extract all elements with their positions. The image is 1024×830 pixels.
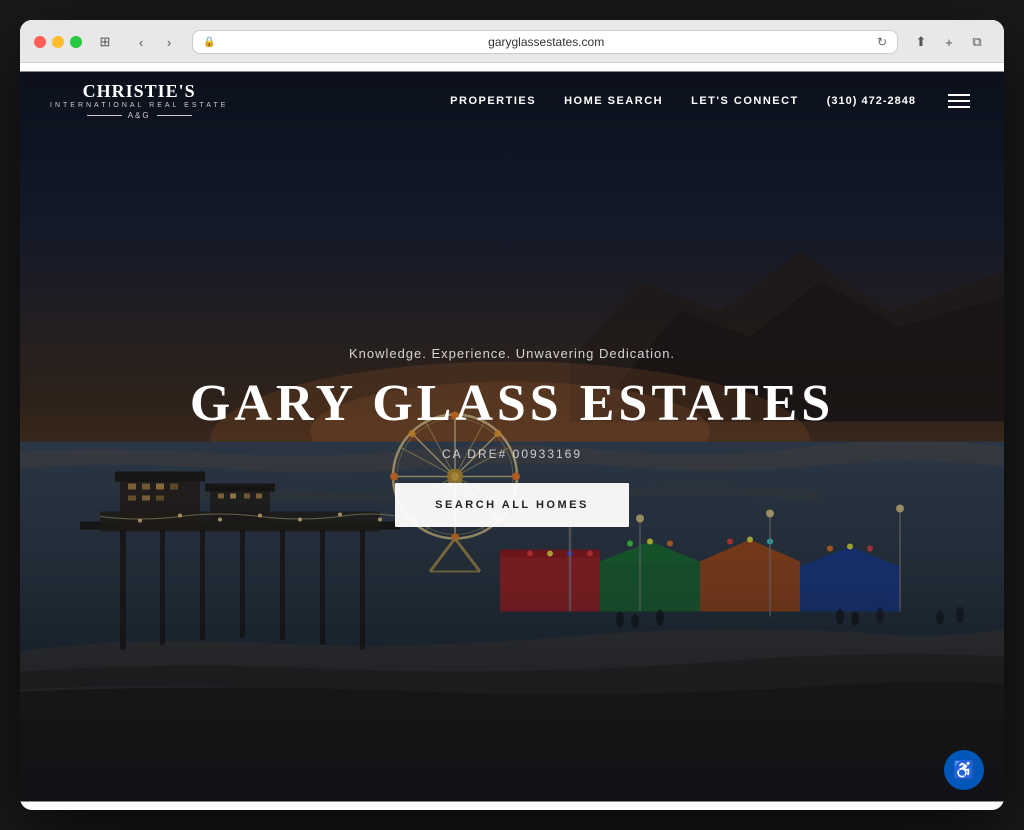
- browser-actions: ⬆ + ⧉: [908, 31, 990, 53]
- reload-icon: ↻: [877, 35, 887, 49]
- hamburger-menu[interactable]: [944, 90, 974, 112]
- back-button[interactable]: ‹: [128, 31, 154, 53]
- nav-link-properties[interactable]: PROPERTIES: [450, 95, 536, 107]
- hamburger-line-3: [948, 106, 970, 108]
- address-bar[interactable]: 🔒 garyglassestates.com ↻: [192, 30, 898, 54]
- hamburger-line-2: [948, 100, 970, 102]
- hero-title: GARY GLASS ESTATES: [190, 375, 834, 432]
- hero-section: CHRISTIE'S INTERNATIONAL REAL ESTATE A&G…: [20, 63, 1004, 810]
- sidebar-toggle-button[interactable]: ⊞: [92, 31, 118, 53]
- nav-link-home-search[interactable]: HOME SEARCH: [564, 95, 663, 107]
- nav-link-lets-connect[interactable]: LET'S CONNECT: [691, 95, 799, 107]
- maximize-button[interactable]: [70, 36, 82, 48]
- hero-license: CA DRE# 00933169: [442, 447, 582, 461]
- logo-line-right: [157, 115, 192, 116]
- forward-button[interactable]: ›: [156, 31, 182, 53]
- logo-subtitle: INTERNATIONAL REAL ESTATE: [50, 102, 228, 109]
- navigation-bar: CHRISTIE'S INTERNATIONAL REAL ESTATE A&G…: [20, 63, 1004, 138]
- close-button[interactable]: [34, 36, 46, 48]
- traffic-lights: [34, 36, 82, 48]
- browser-window: ⊞ ‹ › 🔒 garyglassestates.com ↻ ⬆ + ⧉: [20, 20, 1004, 810]
- logo-divider: A&G: [87, 111, 192, 120]
- browser-nav-buttons: ‹ ›: [128, 31, 182, 53]
- new-tab-button[interactable]: +: [936, 31, 962, 53]
- search-all-homes-button[interactable]: SEARCH ALL HOMES: [395, 483, 629, 527]
- logo-brand-name: CHRISTIE'S: [83, 81, 196, 102]
- minimize-button[interactable]: [52, 36, 64, 48]
- url-text: garyglassestates.com: [221, 35, 870, 49]
- website-content: CHRISTIE'S INTERNATIONAL REAL ESTATE A&G…: [20, 63, 1004, 810]
- nav-phone: (310) 472-2848: [827, 95, 916, 107]
- hero-tagline: Knowledge. Experience. Unwavering Dedica…: [349, 346, 675, 361]
- lock-icon: 🔒: [203, 37, 215, 48]
- browser-chrome: ⊞ ‹ › 🔒 garyglassestates.com ↻ ⬆ + ⧉: [20, 20, 1004, 63]
- hero-content: Knowledge. Experience. Unwavering Dedica…: [190, 346, 834, 526]
- nav-links: PROPERTIES HOME SEARCH LET'S CONNECT (31…: [450, 90, 974, 112]
- accessibility-icon: ♿: [953, 760, 975, 781]
- logo-akg: A&G: [128, 111, 151, 120]
- logo-area: CHRISTIE'S INTERNATIONAL REAL ESTATE A&G: [50, 81, 228, 120]
- tabs-button[interactable]: ⧉: [964, 31, 990, 53]
- hamburger-line-1: [948, 94, 970, 96]
- share-button[interactable]: ⬆: [908, 31, 934, 53]
- logo-line-left: [87, 115, 122, 116]
- accessibility-button[interactable]: ♿: [944, 750, 984, 790]
